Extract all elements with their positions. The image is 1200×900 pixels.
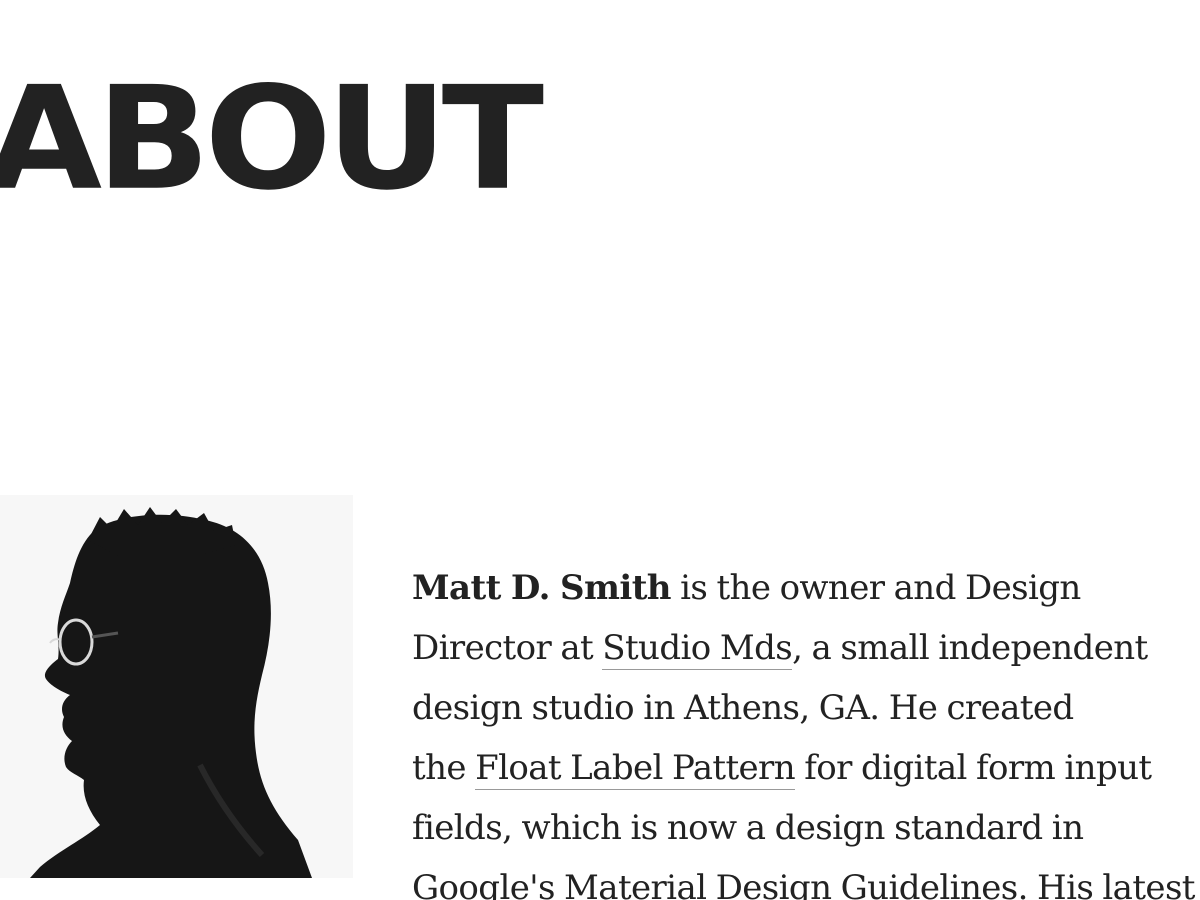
bio-text: Director at <box>412 628 603 668</box>
bio-line: Google's Material Design Guidelines. His… <box>412 868 1195 900</box>
bio-line: Matt D. Smith is the owner and Design <box>412 558 1200 618</box>
bio-text: the <box>412 748 476 788</box>
bio-line: fields, which is now a design standard i… <box>412 808 1084 848</box>
bio-text: is the owner and Design <box>670 568 1081 608</box>
portrait-image <box>0 495 353 878</box>
author-name: Matt D. Smith <box>412 568 672 608</box>
studio-mds-link[interactable]: Studio Mds <box>602 628 793 670</box>
bio-text: for digital form input <box>795 748 1152 788</box>
bio-text: , a small independent <box>792 628 1148 668</box>
float-label-pattern-link[interactable]: Float Label Pattern <box>475 748 796 790</box>
page-title: ABOUT <box>0 56 544 222</box>
profile-silhouette-icon <box>0 495 353 878</box>
bio-line: design studio in Athens, GA. He created <box>412 688 1074 728</box>
bio-line: Director at Studio Mds, a small independ… <box>412 618 1200 678</box>
bio-line: the Float Label Pattern for digital form… <box>412 738 1200 798</box>
bio-paragraph: Matt D. Smith is the owner and Design Di… <box>412 558 1200 900</box>
